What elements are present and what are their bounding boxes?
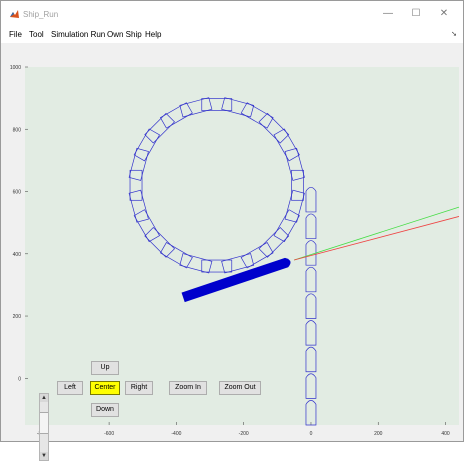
y-tick-label: 400 [13,252,22,258]
app-window: Ship_Run — ☐ ✕ File Tool Simulation Run … [0,0,464,461]
zoom-slider[interactable]: ▲ ▼ [39,393,49,461]
x-tick-label: -200 [239,431,249,437]
x-tick-label: 200 [374,431,383,437]
y-tick-label: 800 [13,127,22,133]
slider-up-arrow-icon[interactable]: ▲ [40,394,48,402]
down-button[interactable]: Down [91,403,119,417]
center-button[interactable]: Center [90,381,120,395]
menu-file[interactable]: File [9,30,22,39]
right-button[interactable]: Right [125,381,153,395]
x-tick-label: 0 [310,431,313,437]
left-button[interactable]: Left [57,381,83,395]
slider-down-arrow-icon[interactable]: ▼ [40,452,48,460]
y-tick-label: 1000 [10,65,21,71]
toolbar-dock-arrow-icon[interactable]: ➘ [451,30,457,38]
y-tick-label: 0 [18,376,21,382]
slider-thumb[interactable] [40,412,48,434]
menu-simulation-run[interactable]: Simulation Run [51,30,105,39]
x-tick-label: -600 [104,431,114,437]
up-button[interactable]: Up [91,361,119,375]
x-tick-label: 400 [441,431,450,437]
menu-bar: File Tool Simulation Run Own Ship Help [1,27,463,43]
y-tick-label: 200 [13,314,22,320]
matlab-app-icon [9,9,20,20]
menu-tool[interactable]: Tool [29,30,44,39]
y-tick-label: 600 [13,190,22,196]
zoom-out-button[interactable]: Zoom Out [219,381,261,395]
zoom-in-button[interactable]: Zoom In [169,381,207,395]
close-button[interactable]: ✕ [433,6,455,22]
x-tick-label: -400 [171,431,181,437]
menu-own-ship[interactable]: Own Ship [107,30,142,39]
window-title: Ship_Run [23,10,59,19]
menu-help[interactable]: Help [145,30,161,39]
maximize-button[interactable]: ☐ [405,6,427,22]
minimize-button[interactable]: — [377,6,399,22]
title-bar: Ship_Run — ☐ ✕ [1,1,463,27]
plot-panel: -800-600-400-200020040010008006004002000… [1,43,463,461]
